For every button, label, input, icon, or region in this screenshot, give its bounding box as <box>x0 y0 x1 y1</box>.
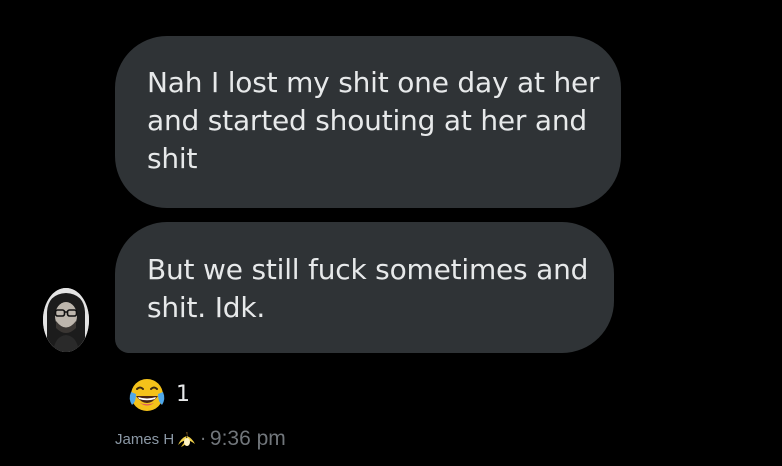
avatar[interactable] <box>43 288 89 352</box>
reaction-count: 1 <box>176 382 190 407</box>
message-bubble[interactable]: But we still fuck sometimes and shit. Id… <box>115 222 614 353</box>
message-text-line: Nah I lost my shit one day at her <box>147 66 600 99</box>
message-bubble[interactable]: Nah I lost my shit one day at her and st… <box>115 36 621 208</box>
message-meta: James H · 9:36 pm <box>115 424 286 454</box>
message-text-line: shit. Idk. <box>147 291 266 324</box>
message-timestamp: 9:36 pm <box>209 427 286 450</box>
message-text-line: shit <box>147 142 198 175</box>
avatar-photo <box>43 288 89 352</box>
reaction-pill[interactable]: 1 <box>127 375 190 415</box>
dm-conversation: Nah I lost my shit one day at her and st… <box>0 0 782 466</box>
meta-separator: · <box>200 428 206 450</box>
message-text-line: But we still fuck sometimes and <box>147 253 589 286</box>
sender-name[interactable]: James H <box>115 431 174 448</box>
message-text-line: and started shouting at her and <box>147 104 587 137</box>
banana-peel-icon <box>178 432 196 447</box>
face-with-tears-of-joy-icon <box>129 379 165 411</box>
